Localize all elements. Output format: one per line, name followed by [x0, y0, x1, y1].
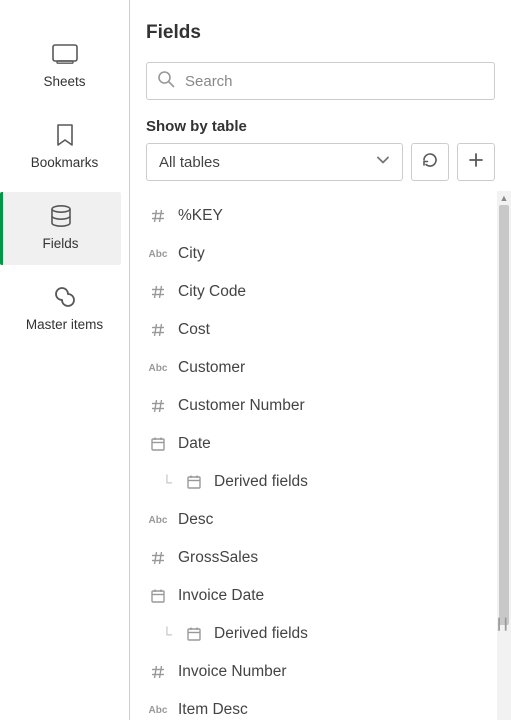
- field-row[interactable]: %KEY: [146, 197, 497, 235]
- number-type-icon: [146, 284, 170, 300]
- sidebar-item-label: Sheets: [43, 74, 85, 89]
- search-icon: [157, 70, 175, 93]
- number-type-icon: [146, 322, 170, 338]
- field-label: Cost: [178, 321, 210, 339]
- field-row[interactable]: Date: [146, 425, 497, 463]
- plus-icon: [468, 152, 484, 173]
- sidebar-item-fields[interactable]: Fields: [0, 192, 121, 265]
- field-row[interactable]: Abc Customer: [146, 349, 497, 387]
- field-row[interactable]: GrossSales: [146, 539, 497, 577]
- scroll-up-arrow[interactable]: ▲: [497, 191, 511, 205]
- refresh-icon: [421, 151, 439, 174]
- refresh-button[interactable]: [411, 143, 449, 181]
- field-row[interactable]: Invoice Date: [146, 577, 497, 615]
- sidebar-item-label: Bookmarks: [31, 155, 99, 170]
- text-type-icon: Abc: [146, 249, 170, 260]
- field-row[interactable]: └ Derived fields: [146, 615, 497, 653]
- search-box[interactable]: [146, 62, 495, 100]
- field-label: Desc: [178, 511, 213, 529]
- tables-dropdown[interactable]: All tables: [146, 143, 403, 181]
- date-type-icon: [146, 436, 170, 452]
- field-label: Item Desc: [178, 701, 248, 719]
- field-label: Date: [178, 435, 211, 453]
- sheets-icon: [52, 42, 78, 66]
- panel-title: Fields: [146, 22, 495, 44]
- field-row[interactable]: Abc Item Desc: [146, 691, 497, 720]
- field-label: Derived fields: [214, 625, 308, 643]
- show-by-table-label: Show by table: [146, 118, 495, 135]
- sidebar-item-sheets[interactable]: Sheets: [8, 30, 121, 103]
- tree-elbow-icon: └: [162, 626, 178, 642]
- scroll-thumb[interactable]: [499, 205, 509, 625]
- field-row[interactable]: City Code: [146, 273, 497, 311]
- text-type-icon: Abc: [146, 705, 170, 716]
- add-button[interactable]: [457, 143, 495, 181]
- field-row[interactable]: Abc City: [146, 235, 497, 273]
- field-label: Derived fields: [214, 473, 308, 491]
- scroll-grip-icon: ┃┃: [496, 623, 509, 627]
- field-label: City: [178, 245, 205, 263]
- tree-elbow-icon: └: [162, 474, 178, 490]
- number-type-icon: [146, 208, 170, 224]
- master-items-icon: [53, 285, 77, 309]
- sidebar-item-label: Fields: [42, 236, 78, 251]
- sidebar-item-bookmarks[interactable]: Bookmarks: [8, 111, 121, 184]
- date-type-icon: [182, 474, 206, 490]
- field-label: Invoice Date: [178, 587, 264, 605]
- text-type-icon: Abc: [146, 363, 170, 374]
- field-list[interactable]: %KEY Abc City City Code Cost Abc Custome…: [130, 191, 497, 720]
- search-input[interactable]: [183, 72, 484, 91]
- number-type-icon: [146, 550, 170, 566]
- field-row[interactable]: Cost: [146, 311, 497, 349]
- main-panel: Fields Show by table All tables: [130, 0, 511, 720]
- field-label: Customer: [178, 359, 245, 377]
- field-label: Customer Number: [178, 397, 305, 415]
- sidebar-item-label: Master items: [26, 317, 103, 332]
- dropdown-value: All tables: [159, 154, 220, 171]
- date-type-icon: [182, 626, 206, 642]
- date-type-icon: [146, 588, 170, 604]
- scrollbar[interactable]: ▲ ┃┃: [497, 191, 511, 720]
- sidebar-item-master-items[interactable]: Master items: [8, 273, 121, 346]
- number-type-icon: [146, 398, 170, 414]
- bookmarks-icon: [56, 123, 74, 147]
- number-type-icon: [146, 664, 170, 680]
- field-row[interactable]: └ Derived fields: [146, 463, 497, 501]
- fields-icon: [50, 204, 72, 228]
- field-label: Invoice Number: [178, 663, 287, 681]
- field-label: %KEY: [178, 207, 223, 225]
- field-label: GrossSales: [178, 549, 258, 567]
- field-row[interactable]: Customer Number: [146, 387, 497, 425]
- text-type-icon: Abc: [146, 515, 170, 526]
- field-row[interactable]: Invoice Number: [146, 653, 497, 691]
- chevron-down-icon: [376, 153, 390, 171]
- sidebar: Sheets Bookmarks Fields Master items: [0, 0, 130, 720]
- field-label: City Code: [178, 283, 246, 301]
- field-row[interactable]: Abc Desc: [146, 501, 497, 539]
